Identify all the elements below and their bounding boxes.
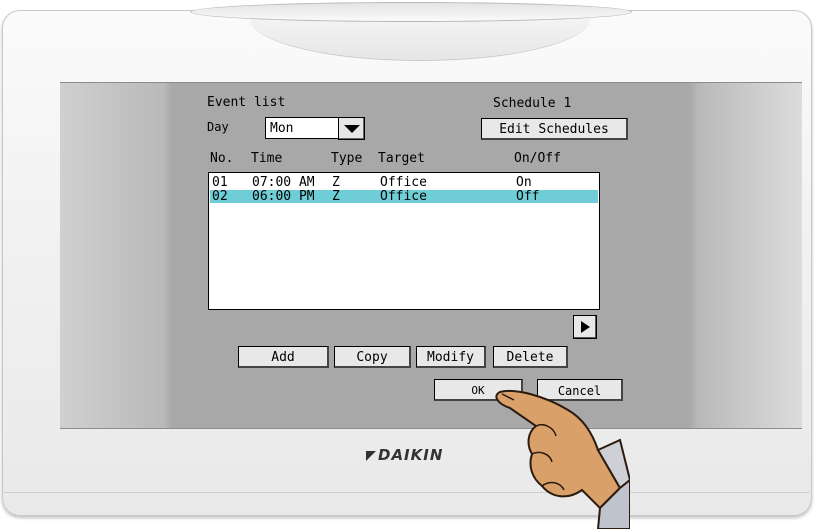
event-time: 07:00 AM xyxy=(252,175,315,190)
bottom-edge xyxy=(2,492,810,507)
table-row[interactable]: 01 07:00 AM Z Office On xyxy=(210,176,598,189)
event-onoff: On xyxy=(516,175,532,190)
event-time: 06:00 PM xyxy=(252,189,315,204)
top-slot xyxy=(190,2,632,22)
event-type: Z xyxy=(332,175,340,190)
edit-schedules-button[interactable]: Edit Schedules xyxy=(481,118,628,140)
event-onoff: Off xyxy=(516,189,540,204)
controller-device: Event list Schedule 1 Day Mon Edit Sched… xyxy=(0,0,814,529)
copy-button[interactable]: Copy xyxy=(334,346,411,368)
col-header-time: Time xyxy=(251,151,283,166)
col-header-onoff: On/Off xyxy=(514,151,561,166)
event-list[interactable]: 01 07:00 AM Z Office On 02 06:00 PM Z Of… xyxy=(208,172,600,310)
day-dropdown-button[interactable] xyxy=(338,117,365,140)
event-no: 02 xyxy=(212,189,228,204)
chevron-down-icon xyxy=(344,125,360,133)
col-header-no: No. xyxy=(210,151,234,166)
col-header-target: Target xyxy=(378,151,425,166)
logo-mark-icon xyxy=(366,451,376,461)
event-target: Office xyxy=(380,175,427,190)
col-header-type: Type xyxy=(331,151,363,166)
day-select-value: Mon xyxy=(270,121,294,136)
page-title: Event list xyxy=(207,95,286,110)
delete-button[interactable]: Delete xyxy=(493,346,568,368)
add-button[interactable]: Add xyxy=(238,346,329,368)
day-select[interactable]: Mon xyxy=(265,117,339,139)
logo-text: DAIKIN xyxy=(378,446,444,464)
day-label: Day xyxy=(207,120,229,134)
schedule-name: Schedule 1 xyxy=(493,96,572,111)
scroll-right-button[interactable] xyxy=(573,315,597,339)
table-row-selected[interactable]: 02 06:00 PM Z Office Off xyxy=(210,190,598,203)
triangle-right-icon xyxy=(581,321,590,333)
daikin-logo: DAIKIN xyxy=(366,446,443,464)
event-no: 01 xyxy=(212,175,228,190)
event-target: Office xyxy=(380,189,427,204)
pointing-hand-icon xyxy=(495,390,630,529)
modify-button[interactable]: Modify xyxy=(416,346,486,368)
event-type: Z xyxy=(332,189,340,204)
